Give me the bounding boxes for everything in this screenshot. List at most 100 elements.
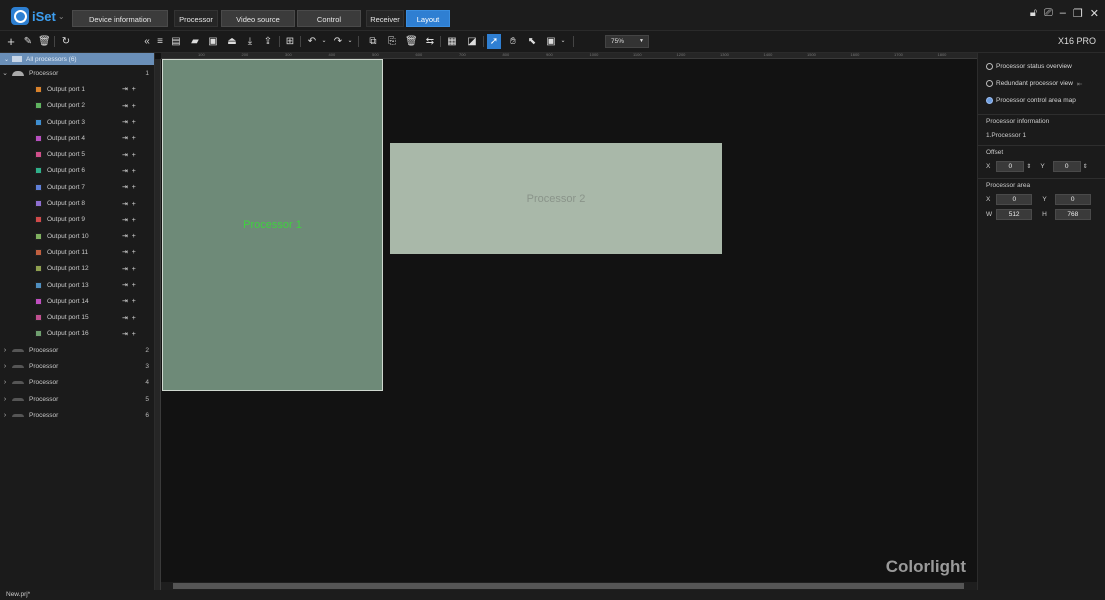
tree-output-port[interactable]: Output port 5 ⇥ +: [0, 146, 154, 162]
edit-icon[interactable]: ✎: [22, 35, 34, 48]
layout-canvas[interactable]: 100 200 300 400 500 600 700 800 900 1000 1100 1200 1…: [155, 52, 977, 590]
tab-device-information[interactable]: Device information: [72, 10, 168, 27]
tree-output-port[interactable]: Output port 16 ⇥ +: [0, 326, 154, 342]
pin-icon[interactable]: ⇤: [1077, 80, 1082, 88]
port-add-icon[interactable]: ⇥ +: [122, 330, 137, 338]
horizontal-scrollbar[interactable]: [161, 582, 977, 590]
delete-icon[interactable]: 🗑︎: [38, 35, 51, 48]
trash-icon[interactable]: 🗑︎: [405, 35, 418, 48]
layer-icon[interactable]: ◪: [466, 35, 478, 48]
tree-output-port[interactable]: Output port 2 ⇥ +: [0, 98, 154, 114]
display-icon[interactable]: ▣: [545, 35, 557, 48]
port-add-icon[interactable]: ⇥ +: [122, 118, 137, 126]
download-icon[interactable]: ⤓: [244, 35, 256, 48]
processor-1-region[interactable]: Processor 1: [162, 59, 383, 391]
pointer-icon[interactable]: ➚: [487, 34, 501, 49]
collapse-panel-icon[interactable]: «: [141, 35, 153, 48]
lock-icon[interactable]: 🔓︎: [1030, 7, 1037, 20]
monitor-icon[interactable]: ⎚: [1044, 7, 1053, 20]
grid-icon[interactable]: ⊞: [284, 35, 296, 48]
port-add-icon[interactable]: ⇥ +: [122, 297, 137, 305]
save-icon[interactable]: ▣: [207, 35, 219, 48]
chevron-right-icon[interactable]: ›: [0, 363, 10, 370]
restore-icon[interactable]: ❐: [1073, 7, 1083, 20]
offset-y-input[interactable]: 0: [1052, 161, 1081, 172]
open-folder-icon[interactable]: ▰: [189, 35, 201, 48]
tab-receiver[interactable]: Receiver: [366, 10, 404, 27]
tree-output-port[interactable]: Output port 4 ⇥ +: [0, 130, 154, 146]
tab-processor[interactable]: Processor: [174, 10, 218, 27]
stepper-icon[interactable]: ⇕: [1083, 163, 1088, 170]
select-area-icon[interactable]: ⬉: [526, 35, 538, 48]
port-add-icon[interactable]: ⇥ +: [122, 102, 137, 110]
close-icon[interactable]: ✕: [1090, 7, 1099, 20]
fit-icon[interactable]: ▦: [446, 35, 458, 48]
tree-processor-collapsed[interactable]: › Processor 5: [0, 391, 154, 407]
tree-output-port[interactable]: Output port 7 ⇥ +: [0, 179, 154, 195]
copy-icon[interactable]: ⧉: [367, 35, 379, 48]
refresh-icon[interactable]: ↻: [60, 35, 72, 48]
new-icon[interactable]: ▤: [170, 35, 182, 48]
redo-dropdown-icon[interactable]: ⌄: [344, 35, 356, 48]
chevron-right-icon[interactable]: ›: [0, 379, 10, 386]
port-add-icon[interactable]: ⇥ +: [122, 281, 137, 289]
port-add-icon[interactable]: ⇥ +: [122, 216, 137, 224]
port-add-icon[interactable]: ⇥ +: [122, 232, 137, 240]
port-add-icon[interactable]: ⇥ +: [122, 183, 137, 191]
zoom-select[interactable]: 75%: [605, 35, 649, 48]
undo-icon[interactable]: ↶: [306, 35, 318, 48]
area-x-input[interactable]: 0: [996, 194, 1033, 205]
tab-control[interactable]: Control: [297, 10, 361, 27]
tree-processor-collapsed[interactable]: › Processor 3: [0, 358, 154, 374]
tree-processor-collapsed[interactable]: › Processor 6: [0, 407, 154, 423]
chevron-right-icon[interactable]: ›: [0, 412, 10, 419]
area-y-input[interactable]: 0: [1054, 194, 1091, 205]
tree-output-port[interactable]: Output port 1 ⇥ +: [0, 81, 154, 97]
port-add-icon[interactable]: ⇥ +: [122, 134, 137, 142]
paste-icon[interactable]: ⎘: [386, 35, 398, 48]
tree-output-port[interactable]: Output port 11 ⇥ +: [0, 244, 154, 260]
tree-processor-collapsed[interactable]: › Processor 4: [0, 375, 154, 391]
tree-output-port[interactable]: Output port 3 ⇥ +: [0, 114, 154, 130]
area-h-input[interactable]: 768: [1054, 209, 1091, 220]
minimize-icon[interactable]: –: [1060, 7, 1066, 20]
tree-output-port[interactable]: Output port 8 ⇥ +: [0, 195, 154, 211]
split-icon[interactable]: ⇆: [424, 35, 436, 48]
port-add-icon[interactable]: ⇥ +: [122, 85, 137, 93]
view-option-redundant[interactable]: Redundant processor view ⇤: [978, 75, 1105, 92]
tree-output-port[interactable]: Output port 13 ⇥ +: [0, 277, 154, 293]
menu-icon[interactable]: ≡: [154, 35, 166, 48]
tree-output-port[interactable]: Output port 14 ⇥ +: [0, 293, 154, 309]
port-add-icon[interactable]: ⇥ +: [122, 200, 137, 208]
hand-icon[interactable]: ✋︎: [507, 35, 519, 48]
tree-output-port[interactable]: Output port 6 ⇥ +: [0, 163, 154, 179]
offset-x-input[interactable]: 0: [996, 161, 1025, 172]
tree-output-port[interactable]: Output port 10 ⇥ +: [0, 228, 154, 244]
tree-output-port[interactable]: Output port 9 ⇥ +: [0, 212, 154, 228]
tab-layout[interactable]: Layout: [406, 10, 450, 27]
area-w-input[interactable]: 512: [996, 209, 1033, 220]
view-option-control-area-map[interactable]: Processor control area map: [978, 92, 1105, 109]
tree-processor-1[interactable]: ⌄ Processor 1: [0, 65, 154, 81]
processor-2-region[interactable]: Processor 2: [390, 143, 722, 254]
tree-output-port[interactable]: Output port 12 ⇥ +: [0, 261, 154, 277]
display-dropdown-icon[interactable]: ⌄: [557, 35, 569, 48]
chevron-right-icon[interactable]: ›: [0, 396, 10, 403]
undo-dropdown-icon[interactable]: ⌄: [318, 35, 330, 48]
port-add-icon[interactable]: ⇥ +: [122, 248, 137, 256]
tab-video-source[interactable]: Video source: [221, 10, 295, 27]
send-icon[interactable]: ⇪: [262, 35, 274, 48]
tree-header[interactable]: ⌄ All processors (6): [0, 53, 154, 65]
view-option-status-overview[interactable]: Processor status overview: [978, 58, 1105, 75]
port-add-icon[interactable]: ⇥ +: [122, 314, 137, 322]
port-add-icon[interactable]: ⇥ +: [122, 265, 137, 273]
port-add-icon[interactable]: ⇥ +: [122, 151, 137, 159]
app-logo[interactable]: iSet ⌄: [11, 6, 65, 26]
tree-processor-collapsed[interactable]: › Processor 2: [0, 342, 154, 358]
add-icon[interactable]: +: [5, 35, 17, 48]
redo-icon[interactable]: ↷: [332, 35, 344, 48]
tree-output-port[interactable]: Output port 15 ⇥ +: [0, 309, 154, 325]
stepper-icon[interactable]: ⇕: [1026, 163, 1031, 170]
chevron-right-icon[interactable]: ›: [0, 347, 10, 354]
port-add-icon[interactable]: ⇥ +: [122, 167, 137, 175]
